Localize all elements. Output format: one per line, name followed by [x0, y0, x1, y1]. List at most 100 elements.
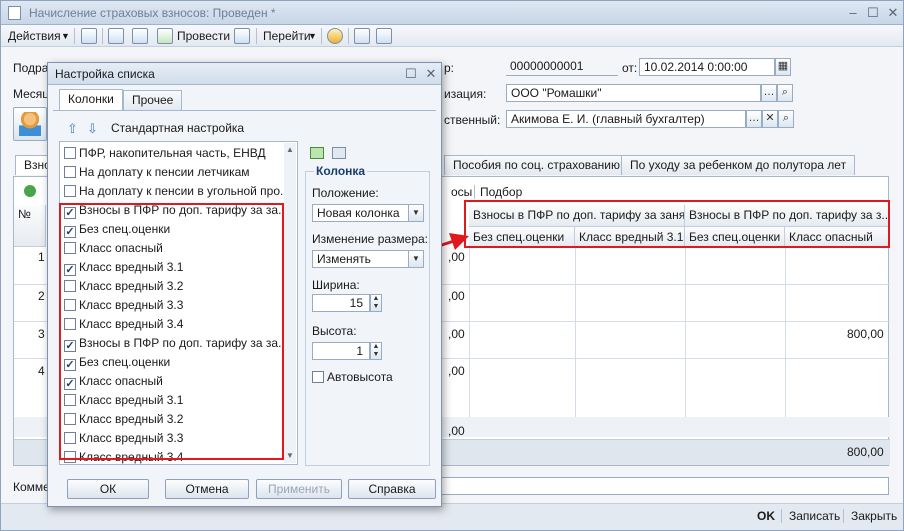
tab-columns[interactable]: Колонки	[59, 89, 123, 111]
column-item[interactable]: ✓ Класс опасный	[64, 372, 163, 391]
checkbox[interactable]	[64, 147, 76, 159]
cancel-button[interactable]: Отмена	[165, 479, 249, 499]
group-header-1[interactable]: Взносы в ПФР по доп. тарифу за заня...	[469, 205, 685, 227]
checkbox[interactable]	[64, 242, 76, 254]
subheader[interactable]: Класс вредный 3.1	[575, 227, 685, 247]
select-dots-icon[interactable]: …	[761, 84, 777, 102]
column-item[interactable]: ✓ Класс вредный 3.1	[64, 258, 183, 277]
column-item[interactable]: Класс вредный 3.3	[64, 296, 183, 315]
column-item[interactable]: ✓ Без спец.оценки	[64, 353, 170, 372]
settings-icon[interactable]	[376, 28, 392, 44]
list-settings-dialog: Настройка списка ☐ ✕ Колонки Прочее ⇧ ⇩ …	[47, 62, 442, 507]
subheader[interactable]: Без спец.оценки	[685, 227, 785, 247]
spin-icon[interactable]: ▲ ▼	[370, 342, 382, 360]
chevron-down-icon[interactable]: ▼	[408, 250, 424, 268]
goto-menu[interactable]: Перейти	[263, 28, 311, 44]
column-item[interactable]: Класс вредный 3.4	[64, 448, 183, 464]
search-icon[interactable]: ⌕	[778, 110, 794, 128]
calendar-icon[interactable]: ▦	[775, 58, 791, 76]
autoheight-checkbox[interactable]: Автовысота	[312, 370, 393, 384]
date-field[interactable]: 10.02.2014 0:00:00	[639, 58, 775, 76]
comment-field[interactable]	[441, 477, 889, 495]
column-item[interactable]: ✓ Взносы в ПФР по доп. тарифу за за...	[64, 201, 288, 220]
group-header-2[interactable]: Взносы в ПФР по доп. тарифу за з...	[685, 205, 889, 227]
chevron-down-icon[interactable]: ▼	[408, 204, 424, 222]
copy-icon[interactable]	[132, 28, 148, 44]
tab-other[interactable]: Прочее	[123, 90, 183, 110]
column-item[interactable]: Класс опасный	[64, 239, 163, 258]
checkbox[interactable]	[64, 185, 76, 197]
checkbox[interactable]	[64, 432, 76, 444]
checkbox[interactable]	[64, 299, 76, 311]
clear-icon[interactable]: ✕	[762, 110, 778, 128]
number-field[interactable]: 00000000001	[506, 58, 618, 76]
checkbox[interactable]: ✓	[64, 226, 76, 238]
resp-field[interactable]: Акимова Е. И. (главный бухгалтер)	[506, 110, 746, 128]
close-icon[interactable]: ✕	[885, 5, 901, 21]
close-button[interactable]: Закрыть	[851, 509, 897, 523]
checkbox[interactable]	[64, 451, 76, 463]
print-icon[interactable]	[234, 28, 250, 44]
column-item[interactable]: Класс вредный 3.3	[64, 429, 183, 448]
checkbox[interactable]: ✓	[64, 264, 76, 276]
check-all-icon[interactable]	[310, 147, 324, 159]
row-number: 2	[38, 289, 45, 303]
user-icon	[19, 112, 41, 136]
close-icon[interactable]: ✕	[423, 66, 439, 82]
apply-button[interactable]: Применить	[256, 479, 342, 499]
checkbox[interactable]	[64, 166, 76, 178]
month-label: Месяц	[13, 87, 50, 101]
column-item[interactable]: Класс вредный 3.2	[64, 277, 183, 296]
width-input[interactable]: 15	[312, 294, 370, 312]
post-button[interactable]: Провести	[177, 28, 230, 44]
checkbox[interactable]: ✓	[64, 340, 76, 352]
subheader[interactable]: Класс опасный	[785, 227, 889, 247]
ok-button[interactable]: OK	[757, 509, 775, 523]
spin-icon[interactable]: ▲ ▼	[370, 294, 382, 312]
uncheck-all-icon[interactable]	[332, 147, 346, 159]
column-item[interactable]: На доплату к пенсии летчикам	[64, 163, 250, 182]
column-item[interactable]: ✓ Взносы в ПФР по доп. тарифу за за...	[64, 334, 288, 353]
subheader[interactable]: Без спец.оценки	[469, 227, 575, 247]
checkbox[interactable]	[64, 318, 76, 330]
column-item[interactable]: Класс вредный 3.2	[64, 410, 183, 429]
back-icon[interactable]	[81, 28, 97, 44]
add-icon[interactable]	[24, 185, 36, 197]
checkbox[interactable]: ✓	[64, 359, 76, 371]
column-item[interactable]: Класс вредный 3.1	[64, 391, 183, 410]
search-icon[interactable]: ⌕	[777, 84, 793, 102]
org-field[interactable]: ООО "Ромашки"	[506, 84, 761, 102]
checkbox[interactable]: ✓	[64, 207, 76, 219]
tab-childcare[interactable]: По уходу за ребенком до полутора лет	[621, 155, 856, 175]
maximize-icon[interactable]: ☐	[865, 5, 881, 21]
col-number-header[interactable]: №	[14, 205, 46, 247]
column-item[interactable]: ПФР, накопительная часть, ЕНВД	[64, 144, 266, 163]
refresh-icon[interactable]	[108, 28, 124, 44]
post-icon[interactable]	[157, 28, 173, 44]
select-button[interactable]: Подбор	[480, 185, 522, 199]
actions-menu[interactable]: Действия	[8, 28, 61, 44]
column-item[interactable]: Класс вредный 3.4	[64, 315, 183, 334]
tab-social-benefits[interactable]: Пособия по соц. страхованию	[444, 155, 629, 175]
height-input[interactable]: 1	[312, 342, 370, 360]
checkbox[interactable]	[64, 280, 76, 292]
fill-button[interactable]	[13, 107, 47, 141]
standard-setting-button[interactable]: Стандартная настройка	[111, 121, 244, 135]
help-icon[interactable]	[327, 28, 343, 44]
column-item[interactable]: На доплату к пенсии в угольной про...	[64, 182, 290, 201]
help-button[interactable]: Справка	[348, 479, 436, 499]
checkbox[interactable]: ✓	[64, 378, 76, 390]
row-number: 1	[38, 250, 45, 264]
column-item[interactable]: ✓ Без спец.оценки	[64, 220, 170, 239]
move-up-icon[interactable]: ⇧	[67, 121, 78, 137]
checkbox[interactable]	[64, 394, 76, 406]
save-button[interactable]: Записать	[789, 509, 840, 523]
list-scrollbar[interactable]: ▲ ▼	[284, 143, 296, 463]
maximize-icon[interactable]: ☐	[403, 66, 419, 82]
list-icon[interactable]	[354, 28, 370, 44]
ok-button[interactable]: ОК	[67, 479, 149, 499]
checkbox[interactable]	[64, 413, 76, 425]
minimize-icon[interactable]: –	[845, 5, 861, 21]
select-dots-icon[interactable]: …	[746, 110, 762, 128]
move-down-icon[interactable]: ⇩	[87, 121, 98, 137]
